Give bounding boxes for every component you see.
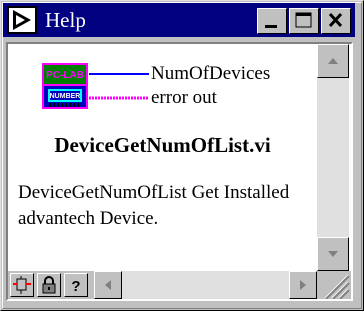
svg-text:?: ?	[71, 278, 80, 295]
scroll-right-button[interactable]	[289, 271, 317, 299]
minimize-icon	[265, 25, 277, 28]
close-button[interactable]	[321, 8, 351, 34]
maximize-button[interactable]	[289, 8, 319, 34]
window-title: Help	[45, 8, 86, 32]
close-icon	[328, 12, 343, 28]
question-icon: ?	[71, 278, 80, 295]
terminal-label-error-out: error out	[151, 87, 217, 108]
maximize-icon	[295, 12, 312, 28]
vertical-scrollbar[interactable]	[317, 44, 349, 271]
resize-grip-icon	[324, 274, 350, 299]
help-content: PC-LAB NUMBER NumOfDevices error out Dev…	[8, 44, 317, 271]
lock-button[interactable]	[37, 273, 61, 297]
help-window: Help PC-LAB NUMBER NumOfDevices error ou…	[0, 0, 364, 311]
arrow-down-icon	[328, 251, 338, 257]
bottom-toolbar: ?	[8, 271, 351, 299]
scroll-left-button[interactable]	[94, 271, 122, 299]
vi-description: DeviceGetNumOfList Get Installed advante…	[18, 182, 290, 229]
arrow-right-icon	[300, 280, 306, 290]
horizontal-scrollbar[interactable]	[94, 271, 317, 299]
simple-diagram-icon	[13, 276, 31, 294]
scroll-up-button[interactable]	[317, 44, 349, 78]
title-bar[interactable]: Help	[3, 3, 355, 37]
terminal-label-numofdevices: NumOfDevices	[151, 63, 271, 84]
labview-help-app-icon	[7, 6, 37, 34]
scroll-down-button[interactable]	[317, 237, 349, 271]
help-question-button[interactable]: ?	[64, 273, 88, 297]
minimize-button[interactable]	[257, 8, 287, 34]
vi-name: DeviceGetNumOfList.vi	[54, 133, 271, 157]
resize-grip[interactable]	[319, 271, 351, 299]
lock-icon	[42, 276, 56, 294]
terminal-wires	[89, 73, 149, 100]
arrow-left-icon	[105, 280, 111, 290]
help-content-pane: PC-LAB NUMBER NumOfDevices error out Dev…	[6, 42, 353, 301]
simple-diagram-button[interactable]	[10, 273, 34, 297]
arrow-up-icon	[328, 58, 338, 64]
